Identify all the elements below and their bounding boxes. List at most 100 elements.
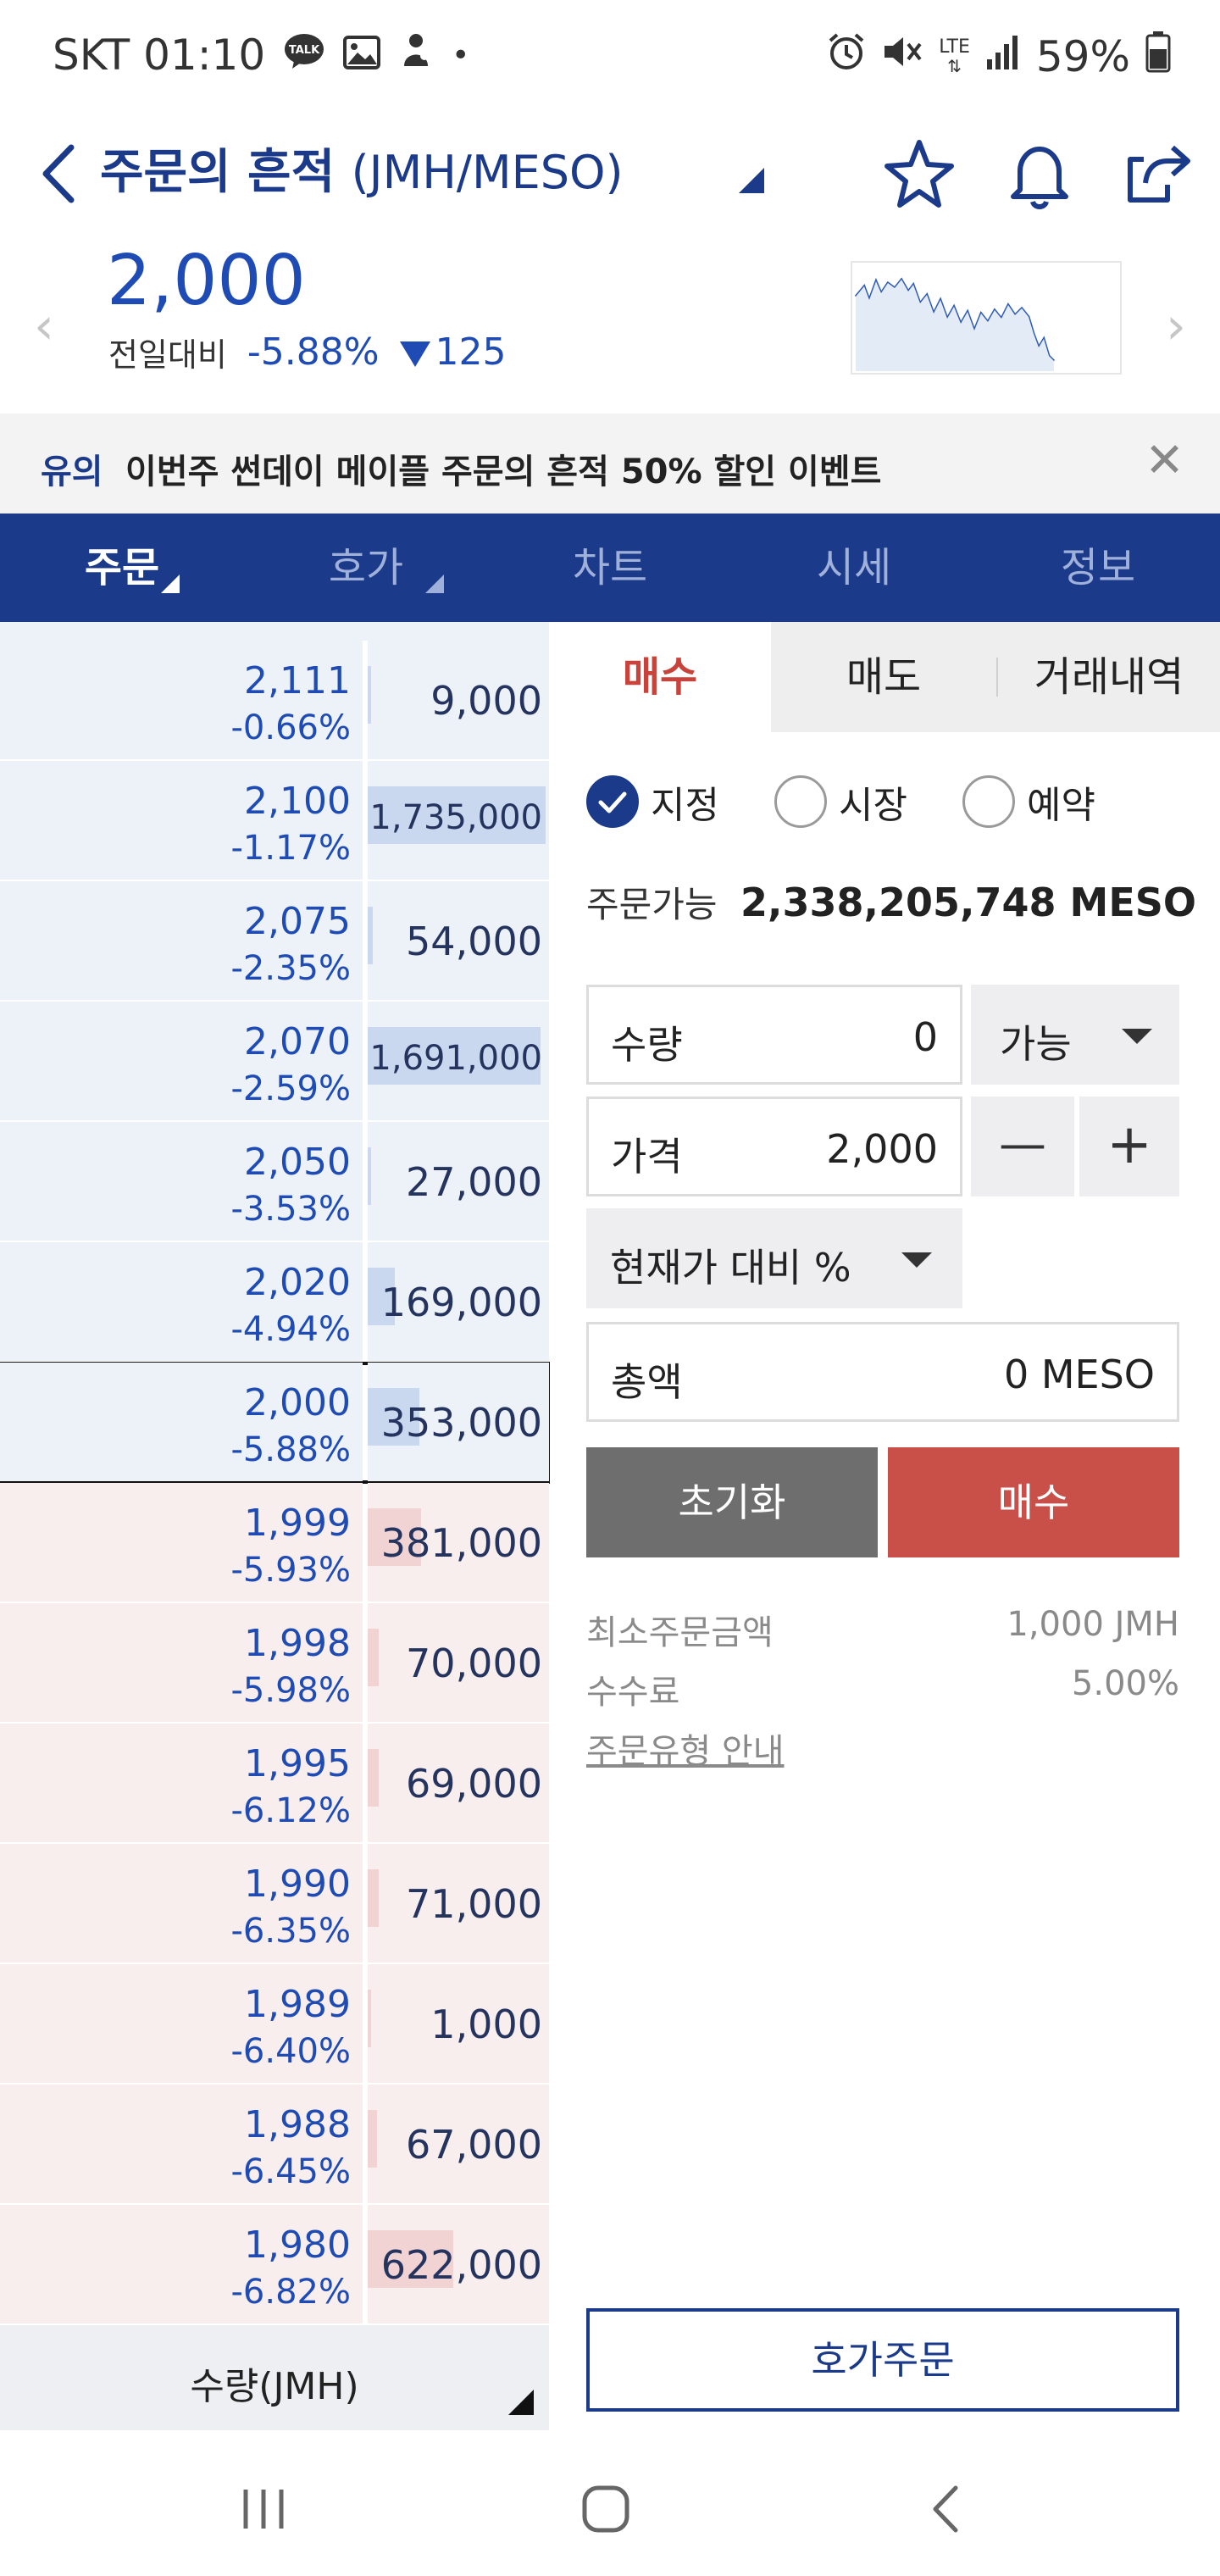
price-cell[interactable]: 2,050 -3.53%: [0, 1122, 363, 1241]
possible-quantity-dropdown[interactable]: 가능: [971, 985, 1179, 1085]
volume-cell[interactable]: 1,735,000: [368, 761, 549, 880]
order-book-row[interactable]: 2,100 -1.17% 1,735,000: [0, 761, 549, 881]
bell-icon[interactable]: [1001, 136, 1078, 212]
book-volume: 9,000: [430, 678, 542, 724]
book-volume: 71,000: [406, 1881, 542, 1927]
volume-cell[interactable]: 67,000: [368, 2085, 549, 2203]
order-book-row[interactable]: 1,988 -6.45% 67,000: [0, 2085, 549, 2205]
order-type-guide-link[interactable]: 주문유형 안내: [586, 1724, 785, 1773]
reset-button[interactable]: 초기화: [586, 1447, 878, 1557]
price-cell[interactable]: 1,980 -6.82%: [0, 2205, 363, 2323]
price-cell[interactable]: 1,998 -5.98%: [0, 1603, 363, 1722]
fee-row: 수수료 5.00%: [586, 1664, 1179, 1713]
volume-cell[interactable]: 1,691,000: [368, 1002, 549, 1120]
book-volume: 27,000: [406, 1159, 542, 1205]
price-cell[interactable]: 2,111 -0.66%: [0, 641, 363, 759]
recent-apps-icon[interactable]: [225, 2471, 302, 2547]
order-book-row[interactable]: 1,998 -5.98% 70,000: [0, 1603, 549, 1724]
price-cell[interactable]: 1,988 -6.45%: [0, 2085, 363, 2203]
available-label: 주문가능: [586, 884, 718, 925]
book-price: 2,100: [244, 780, 351, 823]
price-cell[interactable]: 2,070 -2.59%: [0, 1002, 363, 1120]
buy-button[interactable]: 매수: [888, 1447, 1179, 1557]
home-icon[interactable]: [568, 2471, 644, 2547]
tab-history[interactable]: 거래내역: [998, 622, 1220, 732]
price-cell[interactable]: 2,075 -2.35%: [0, 881, 363, 1000]
volume-cell[interactable]: 9,000: [368, 641, 549, 759]
volume-unit-dropdown-icon[interactable]: [508, 2390, 534, 2415]
order-book-row[interactable]: 2,000 -5.88% 353,000: [0, 1362, 550, 1484]
next-item-icon[interactable]: ›: [1166, 297, 1186, 356]
book-volume: 1,691,000: [369, 1039, 542, 1078]
price-cell[interactable]: 1,990 -6.35%: [0, 1844, 363, 1963]
quantity-field[interactable]: 수량 0: [586, 985, 962, 1085]
main-tab-1[interactable]: 호가: [244, 514, 488, 622]
order-book-row[interactable]: 2,111 -0.66% 9,000: [0, 641, 549, 761]
volume-cell[interactable]: 71,000: [368, 1844, 549, 1963]
price-increase-button[interactable]: +: [1079, 1096, 1179, 1196]
order-book-row[interactable]: 2,070 -2.59% 1,691,000: [0, 1002, 549, 1122]
price-cell[interactable]: 2,020 -4.94%: [0, 1242, 363, 1361]
signal-icon: [985, 32, 1021, 81]
total-field[interactable]: 총액 0 MESO: [586, 1322, 1179, 1422]
book-volume: 70,000: [406, 1641, 542, 1686]
main-tab-3[interactable]: 시세: [732, 514, 976, 622]
volume-cell[interactable]: 70,000: [368, 1603, 549, 1722]
system-back-icon[interactable]: [908, 2471, 984, 2547]
status-right: LTE ⇅ 59%: [827, 31, 1171, 83]
volume-cell[interactable]: 169,000: [368, 1242, 549, 1361]
close-icon[interactable]: ✕: [1145, 437, 1184, 485]
order-book-row[interactable]: 1,990 -6.35% 71,000: [0, 1844, 549, 1964]
book-price: 1,999: [244, 1502, 351, 1545]
price-field[interactable]: 가격 2,000: [586, 1096, 962, 1196]
share-icon[interactable]: [1120, 136, 1196, 212]
order-book-row[interactable]: 2,050 -3.53% 27,000: [0, 1122, 549, 1242]
radio-reserved[interactable]: 예약: [962, 774, 1151, 829]
order-book-row[interactable]: 1,980 -6.82% 622,000: [0, 2205, 549, 2325]
volume-cell[interactable]: 27,000: [368, 1122, 549, 1241]
book-percent: -6.45%: [230, 2152, 351, 2191]
price-cell[interactable]: 2,100 -1.17%: [0, 761, 363, 880]
tab-dropdown-icon: [161, 575, 180, 593]
radio-market[interactable]: 시장: [774, 774, 962, 829]
order-book-row[interactable]: 2,075 -2.35% 54,000: [0, 881, 549, 1002]
lte-label: LTE: [939, 36, 970, 58]
back-icon[interactable]: [34, 136, 85, 212]
volume-cell[interactable]: 1,000: [368, 1964, 549, 2083]
notice-banner[interactable]: 유의 이번주 썬데이 메이플 주문의 흔적 50% 할인 이벤트 ✕: [0, 414, 1220, 514]
battery-icon: [1145, 31, 1171, 83]
price-cell[interactable]: 1,989 -6.40%: [0, 1964, 363, 2083]
hoga-order-button[interactable]: 호가주문: [586, 2308, 1179, 2412]
volume-cell[interactable]: 381,000: [368, 1483, 549, 1602]
order-book-row[interactable]: 1,989 -6.40% 1,000: [0, 1964, 549, 2085]
order-book-top-strip: [0, 622, 549, 641]
volume-cell[interactable]: 353,000: [368, 1363, 549, 1481]
price-decrease-button[interactable]: —: [971, 1096, 1074, 1196]
book-volume: 169,000: [380, 1280, 542, 1325]
order-book-row[interactable]: 1,999 -5.93% 381,000: [0, 1483, 549, 1603]
book-percent: -0.66%: [230, 708, 351, 747]
volume-cell[interactable]: 622,000: [368, 2205, 549, 2323]
price-cell[interactable]: 2,000 -5.88%: [0, 1363, 363, 1481]
main-tab-0[interactable]: 주문: [0, 514, 244, 622]
percent-of-current-dropdown[interactable]: 현재가 대비 %: [586, 1208, 962, 1308]
mini-chart[interactable]: [851, 261, 1122, 375]
price-cell[interactable]: 1,995 -6.12%: [0, 1724, 363, 1842]
tab-buy[interactable]: 매수: [549, 622, 771, 732]
price-cell[interactable]: 1,999 -5.93%: [0, 1483, 363, 1602]
volume-unit-selector[interactable]: 수량(JMH): [0, 2325, 549, 2430]
order-type-group: 지정 시장 예약: [586, 774, 1151, 829]
depth-bar: [368, 2110, 377, 2168]
prev-item-icon[interactable]: ‹: [34, 297, 54, 356]
main-tab-4[interactable]: 정보: [976, 514, 1220, 622]
page-title[interactable]: 주문의 흔적 (JMH/MESO): [100, 134, 624, 203]
radio-limit[interactable]: 지정: [586, 774, 774, 829]
title-dropdown-icon[interactable]: [739, 168, 764, 193]
order-book-row[interactable]: 1,995 -6.12% 69,000: [0, 1724, 549, 1844]
star-icon[interactable]: [881, 136, 957, 212]
main-tab-2[interactable]: 차트: [488, 514, 732, 622]
volume-cell[interactable]: 54,000: [368, 881, 549, 1000]
volume-cell[interactable]: 69,000: [368, 1724, 549, 1842]
order-book-row[interactable]: 2,020 -4.94% 169,000: [0, 1242, 549, 1363]
tab-sell[interactable]: 매도: [771, 622, 996, 732]
